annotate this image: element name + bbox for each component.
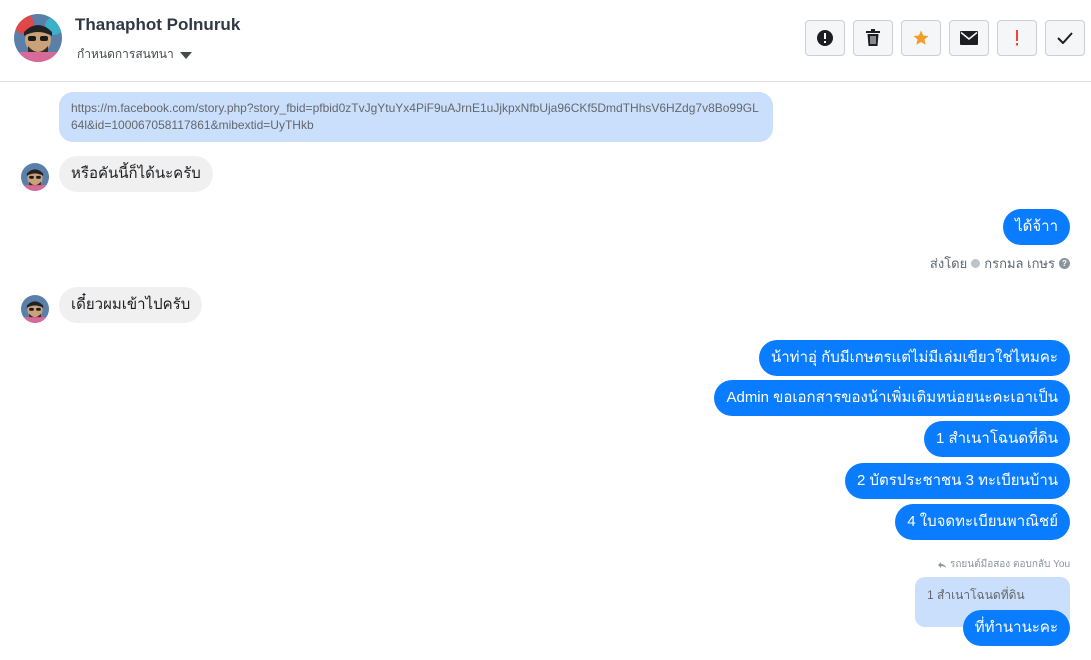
- caret-down-icon: [179, 51, 192, 59]
- outgoing-message[interactable]: Admin ขอเอกสารของน้าเพิ่มเติมหน่อยนะคะเอ…: [714, 380, 1070, 416]
- conversation-header: Thanaphot Polnuruk กำหนดการสนทนา: [0, 0, 1091, 82]
- envelope-icon: [960, 31, 978, 45]
- alert-circle-icon: [817, 30, 833, 46]
- conversation-toolbar: [805, 20, 1085, 56]
- delete-button[interactable]: [853, 20, 893, 56]
- shared-link-message[interactable]: https://m.facebook.com/story.php?story_f…: [59, 92, 773, 142]
- trash-icon: [866, 29, 880, 46]
- sent-by-name[interactable]: กรกมล เกษร: [984, 253, 1055, 274]
- contact-name[interactable]: Thanaphot Polnuruk: [75, 15, 240, 35]
- reply-arrow-icon: [937, 561, 946, 568]
- incoming-message[interactable]: หรือคันนี้ก็ได้นะครับ: [59, 156, 213, 192]
- sent-by-label: ส่งโดย: [929, 256, 968, 271]
- verified-dot-icon: [971, 259, 981, 268]
- conversation-settings-label: กำหนดการสนทนา: [77, 47, 174, 61]
- outgoing-message[interactable]: 4 ใบจดทะเบียนพาณิชย์: [895, 504, 1070, 540]
- star-button[interactable]: [901, 20, 941, 56]
- help-icon[interactable]: ?: [1059, 258, 1070, 269]
- mark-spam-button[interactable]: [805, 20, 845, 56]
- exclamation-icon: [1016, 30, 1018, 46]
- outgoing-message[interactable]: 2 บัตรประชาชน 3 ทะเบียนบ้าน: [844, 463, 1070, 499]
- reply-context: รถยนต์มือสอง ตอบกลับ You: [937, 557, 1070, 572]
- mark-done-button[interactable]: [1045, 20, 1085, 56]
- star-icon: [913, 30, 929, 45]
- contact-avatar-small: [21, 163, 49, 191]
- flag-button[interactable]: [997, 20, 1037, 56]
- mark-unread-button[interactable]: [949, 20, 989, 56]
- outgoing-message[interactable]: น้าท่าอุ่ กับมีเกษตรแต่ไม่มีเล่มเขียวใช่…: [759, 340, 1070, 376]
- outgoing-message[interactable]: 1 สำเนาโฉนดที่ดิน: [923, 421, 1070, 457]
- outgoing-message[interactable]: ที่ทำนานะคะ: [962, 610, 1070, 646]
- check-icon: [1057, 32, 1073, 44]
- contact-avatar-small: [21, 295, 49, 323]
- sent-by-info: ส่งโดย กรกมล เกษร ?: [930, 253, 1070, 274]
- reply-context-text: รถยนต์มือสอง ตอบกลับ You: [949, 559, 1070, 570]
- contact-avatar[interactable]: [14, 14, 62, 62]
- outgoing-message[interactable]: ได้จ้าา: [1003, 209, 1070, 245]
- incoming-message[interactable]: เดี๋ยวผมเข้าไปครับ: [59, 287, 203, 323]
- conversation-settings-dropdown[interactable]: กำหนดการสนทนา: [77, 45, 192, 64]
